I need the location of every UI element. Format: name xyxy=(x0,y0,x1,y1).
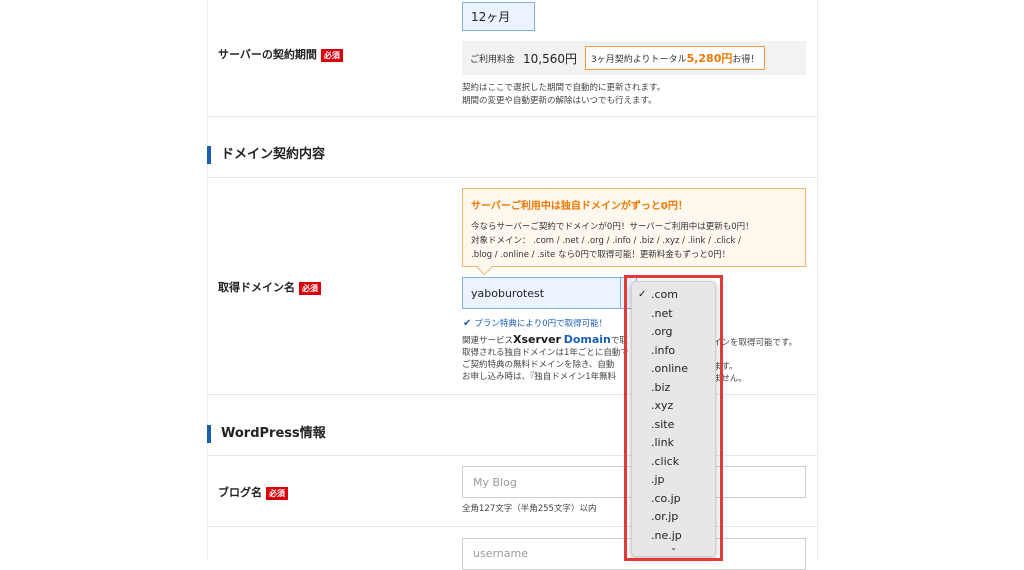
related-prefix: 関連サービス xyxy=(462,336,514,346)
promo-line3: .blog / .online / .site なら0円で取得可能！更新料金もず… xyxy=(471,250,731,260)
domain-availability: ✔ プラン特典により0円で取得可能！ xyxy=(463,317,608,330)
divider xyxy=(207,177,817,178)
blog-name-placeholder: My Blog xyxy=(473,475,517,489)
related-line1-right: インを取得可能です。 xyxy=(713,338,798,348)
contract-period-label-text: サーバーの契約期間 xyxy=(218,48,317,61)
checkmark-icon: ✔ xyxy=(463,317,472,329)
domain-section-title: ドメイン契約内容 xyxy=(207,146,325,164)
contract-period-value: 12ヶ月 xyxy=(471,10,511,24)
contract-period-select[interactable]: 12ヶ月 xyxy=(462,2,535,31)
related-line3: ご契約特典の無料ドメインを除き、自動 xyxy=(462,360,615,370)
username-placeholder: username xyxy=(473,547,528,560)
related-line4: お申し込み時は、『独自ドメイン1年無料 xyxy=(462,372,617,382)
divider xyxy=(207,455,817,456)
contract-note-line2: 期間の変更や自動更新の解除はいつでも行えます。 xyxy=(462,96,657,106)
savings-badge-suffix: お得！ xyxy=(732,55,760,65)
fee-amount: 10,560円 xyxy=(523,51,578,66)
savings-badge: 3ヶ月契約よりトータル5,280円お得！ xyxy=(585,46,766,70)
red-highlight-box xyxy=(624,275,723,561)
free-domain-promo: サーバーご利用中は独自ドメインがずっと0円！ 今ならサーバーご契約でドメインが0… xyxy=(462,188,806,267)
domain-name-input[interactable]: yaboburotest xyxy=(462,277,621,309)
savings-badge-prefix: 3ヶ月契約よりトータル xyxy=(591,55,687,65)
domain-name-label-text: 取得ドメイン名 xyxy=(218,281,295,294)
blog-name-label: ブログ名 必須 xyxy=(218,484,288,500)
related-line2: 取得される独自ドメインは1年ごとに自動で xyxy=(462,348,629,358)
related-line4-right: ません。 xyxy=(713,374,747,384)
column-guide-left xyxy=(207,0,208,561)
divider xyxy=(207,116,817,117)
fee-bar: ご利用料金 10,560円 3ヶ月契約よりトータル5,280円お得！ xyxy=(462,41,806,75)
related-line3-right: ます。 xyxy=(713,362,738,372)
promo-title: サーバーご利用中は独自ドメインがずっと0円！ xyxy=(471,201,688,212)
wordpress-section-title: WordPress情報 xyxy=(207,425,326,443)
blog-name-hint: 全角127文字（半角255文字）以内 xyxy=(462,504,597,514)
domain-name-value: yaboburotest xyxy=(471,286,545,300)
required-badge: 必須 xyxy=(299,281,321,295)
required-badge: 必須 xyxy=(320,48,343,62)
domain-availability-text: プラン特典により0円で取得可能！ xyxy=(474,319,608,329)
contract-period-label: サーバーの契約期間 必須 xyxy=(218,46,343,62)
promo-line1: 今ならサーバーご契約でドメインが0円！サーバーご利用中は更新も0円！ xyxy=(471,222,754,232)
column-guide-right xyxy=(817,0,818,561)
required-badge: 必須 xyxy=(266,486,288,500)
fee-label: ご利用料金 xyxy=(470,54,516,65)
contract-note-line1: 契約はここで選択した期間で自動的に更新されます。 xyxy=(462,83,666,93)
divider xyxy=(207,394,817,395)
savings-badge-amount: 5,280円 xyxy=(686,52,733,65)
xserver-brand: Xserver xyxy=(513,333,561,346)
contract-note: 契約はここで選択した期間で自動的に更新されます。 期間の変更や自動更新の解除はい… xyxy=(462,82,665,108)
related-service-note: 関連サービスXserver Domainで取 取得される独自ドメインは1年ごとに… xyxy=(462,334,629,383)
promo-line2: 対象ドメイン： .com / .net / .org / .info / .bi… xyxy=(471,236,742,246)
domain-brand: Domain xyxy=(563,333,611,346)
related-service-note-right: インを取得可能です。 ます。 ません。 xyxy=(713,337,797,385)
divider xyxy=(207,526,817,527)
domain-name-label: 取得ドメイン名 必須 xyxy=(218,279,321,295)
promo-body: 今ならサーバーご契約でドメインが0円！サーバーご利用中は更新も0円！ 対象ドメイ… xyxy=(471,220,797,262)
blog-name-label-text: ブログ名 xyxy=(218,486,262,499)
